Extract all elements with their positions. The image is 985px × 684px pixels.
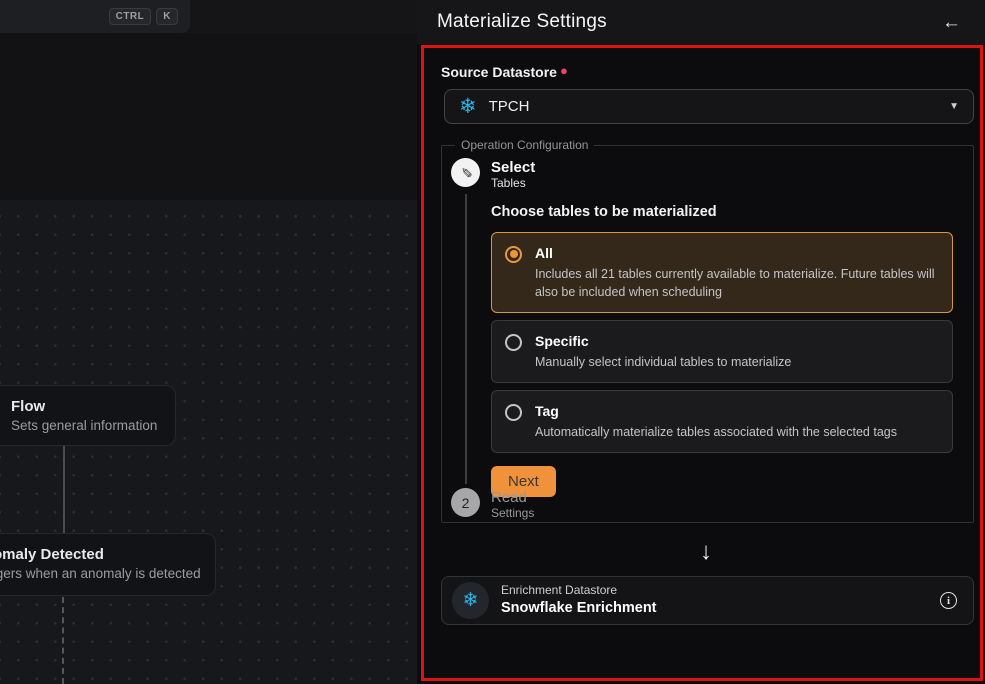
option-all[interactable]: All Includes all 21 tables currently ava…	[491, 232, 953, 313]
app-screen: CTRL K Flow Sets general information Ano…	[0, 0, 985, 684]
enrichment-snowflake-badge: ❄	[452, 582, 489, 619]
anomaly-node-title: Anomaly Detected	[0, 544, 197, 565]
option-tag[interactable]: Tag Automatically materialize tables ass…	[491, 390, 953, 453]
step1-title: Select	[491, 159, 535, 176]
flow-node-subtitle: Sets general information	[11, 417, 157, 436]
radio-all[interactable]	[505, 246, 522, 263]
flow-canvas-area: CTRL K Flow Sets general information Ano…	[0, 0, 417, 684]
radio-specific[interactable]	[505, 334, 522, 351]
flow-node-title: Flow	[11, 396, 157, 417]
option-specific[interactable]: Specific Manually select individual tabl…	[491, 320, 953, 383]
option-all-description: Includes all 21 tables currently availab…	[535, 265, 938, 301]
option-all-label: All	[535, 244, 938, 263]
source-datastore-value: TPCH	[489, 98, 949, 115]
enrichment-datastore-card[interactable]: ❄ Enrichment Datastore Snowflake Enrichm…	[441, 576, 974, 625]
flow-node[interactable]: Flow Sets general information	[0, 385, 176, 446]
step-select-tables: ✎ Select Tables	[451, 158, 973, 192]
panel-header: Materialize Settings ←	[417, 0, 985, 44]
stepper-connector-line	[465, 194, 467, 484]
chevron-down-icon: ▼	[949, 101, 959, 112]
step1-subtitle: Tables	[491, 176, 535, 192]
step2-title: Read	[491, 489, 534, 506]
required-marker: ●	[560, 63, 568, 78]
materialize-settings-panel: Materialize Settings ← Source Datastore●…	[417, 0, 985, 684]
k-key-badge: K	[156, 8, 178, 25]
option-specific-description: Manually select individual tables to mat…	[535, 353, 791, 371]
source-datastore-label: Source Datastore●	[441, 63, 966, 80]
step2-number: 2	[462, 495, 470, 511]
operation-configuration-fieldset: Operation Configuration ✎ Select Tables …	[441, 138, 974, 523]
anomaly-node-subtitle: Triggers when an anomaly is detected	[0, 565, 197, 584]
step2-subtitle: Settings	[491, 506, 534, 522]
snowflake-icon: ❄	[463, 591, 479, 610]
red-highlight-region: Source Datastore● ❄ TPCH ▼ Operation Con…	[421, 45, 983, 681]
option-tag-description: Automatically materialize tables associa…	[535, 423, 897, 441]
step2-number-badge: 2	[451, 488, 480, 517]
info-icon[interactable]: i	[940, 592, 957, 609]
pencil-icon: ✎	[457, 167, 474, 179]
node-connector-line	[63, 446, 65, 533]
option-specific-label: Specific	[535, 332, 791, 351]
enrichment-datastore-label: Enrichment Datastore	[501, 583, 940, 599]
canvas-topbar: CTRL K	[0, 0, 417, 33]
fieldset-legend: Operation Configuration	[455, 138, 594, 152]
enrichment-datastore-value: Snowflake Enrichment	[501, 599, 940, 618]
down-arrow-icon: ↓	[700, 538, 712, 566]
radio-tag[interactable]	[505, 404, 522, 421]
choose-tables-heading: Choose tables to be materialized	[491, 204, 953, 220]
option-tag-label: Tag	[535, 402, 897, 421]
ctrl-key-badge: CTRL	[109, 8, 152, 25]
step-read-settings: 2 Read Settings	[451, 488, 534, 522]
node-connector-dashed-line	[62, 597, 64, 684]
page-title: Materialize Settings	[437, 11, 607, 33]
step1-edit-badge: ✎	[451, 158, 480, 187]
snowflake-icon: ❄	[459, 96, 477, 117]
search-bar[interactable]: CTRL K	[0, 0, 190, 33]
source-datastore-select[interactable]: ❄ TPCH ▼	[444, 89, 974, 124]
back-arrow-button[interactable]: ←	[942, 13, 961, 32]
anomaly-detected-node[interactable]: Anomaly Detected Triggers when an anomal…	[0, 533, 216, 596]
